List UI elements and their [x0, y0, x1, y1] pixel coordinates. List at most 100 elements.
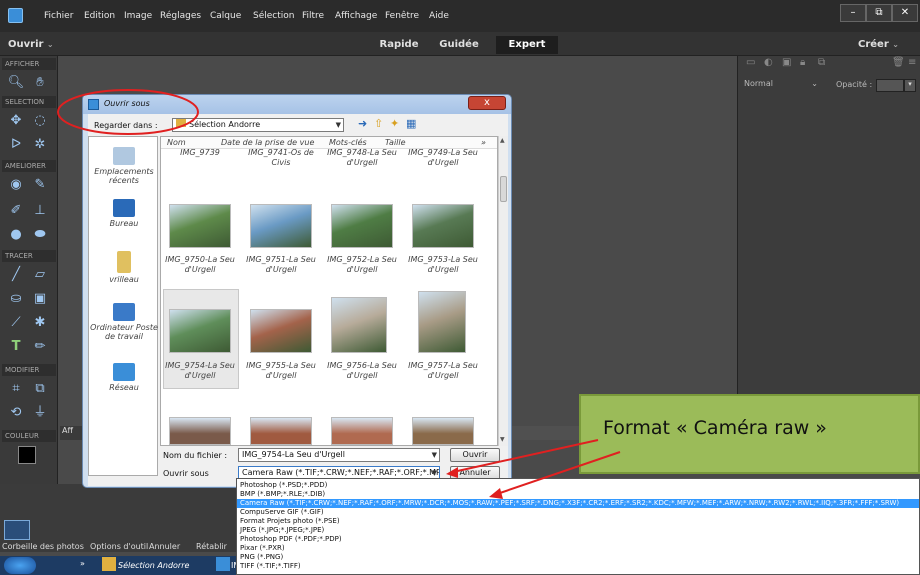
file-caption[interactable]: IMG_9752-La Seu d'Urgell	[325, 255, 399, 275]
undo-button[interactable]: Annuler	[149, 542, 180, 551]
thumbnail[interactable]	[412, 417, 474, 445]
menu-fichier[interactable]: Fichier	[44, 11, 73, 21]
menu-edition[interactable]: Edition	[84, 11, 115, 21]
file-list-scrollbar[interactable]: ▲ ▼	[498, 136, 508, 446]
foreground-color-swatch[interactable]	[18, 446, 36, 464]
red-eye-tool-icon[interactable]: ◉	[6, 176, 26, 194]
file-caption[interactable]: IMG_9757-La Seu d'Urgell	[406, 361, 480, 381]
redo-button[interactable]: Rétablir	[196, 542, 227, 551]
file-caption[interactable]: IMG_9751-La Seu d'Urgell	[244, 255, 318, 275]
back-icon[interactable]: ➜	[358, 117, 367, 130]
scroll-down-icon[interactable]: ▼	[500, 436, 505, 443]
file-type-option[interactable]: Format Projets photo (*.PSE)	[237, 517, 340, 526]
crop-tool-icon[interactable]: ⌗	[6, 380, 26, 398]
sponge-tool-icon[interactable]: ⬬	[30, 226, 50, 244]
dialog-titlebar[interactable]: Ouvrir sous x	[83, 95, 511, 114]
menu-calque[interactable]: Calque	[210, 11, 241, 21]
file-caption[interactable]: IMG_9750-La Seu d'Urgell	[163, 255, 237, 275]
file-type-option[interactable]: JPEG (*.JPG;*.JPEG;*.JPE)	[237, 526, 324, 535]
paint-bucket-icon[interactable]: ⛀	[6, 290, 26, 308]
filename-input[interactable]: IMG_9754-La Seu d'Urgell ▼	[238, 448, 440, 462]
file-type-option[interactable]: CompuServe GIF (*.GIF)	[237, 508, 324, 517]
thumbnail[interactable]	[412, 204, 474, 248]
column-name[interactable]: Nom	[167, 138, 186, 147]
file-caption[interactable]: IMG_9754-La Seu d'Urgell	[163, 361, 237, 381]
file-caption[interactable]: IMG_9741-Os de Civis	[244, 148, 318, 168]
hand-tool-icon[interactable]: ✋︎	[30, 74, 50, 92]
gradient-tool-icon[interactable]: ▣	[30, 290, 50, 308]
file-caption[interactable]: IMG_9756-La Seu d'Urgell	[325, 361, 399, 381]
thumbnail[interactable]	[331, 417, 393, 445]
recompose-tool-icon[interactable]: ⧉	[30, 380, 50, 398]
eraser-tool-icon[interactable]: ▱	[30, 266, 50, 284]
trash-icon[interactable]: 🗑︎	[892, 57, 905, 68]
content-move-icon[interactable]: ⟲	[6, 404, 26, 422]
column-tags[interactable]: Mots-clés	[329, 138, 367, 147]
tool-options-button[interactable]: Options d'outil	[90, 542, 148, 551]
file-type-option[interactable]: TIFF (*.TIF;*.TIFF)	[237, 562, 301, 571]
photo-bin-button[interactable]: Corbeille des photos	[2, 542, 84, 551]
file-type-option[interactable]: Photoshop (*.PSD;*.PDD)	[237, 481, 327, 490]
eyedropper-icon[interactable]: ⟋	[6, 314, 26, 332]
blur-tool-icon[interactable]: ●	[6, 226, 26, 244]
column-date[interactable]: Date de la prise de vue	[221, 138, 314, 147]
new-layer-icon[interactable]: ▭	[746, 57, 755, 68]
tab-guidee[interactable]: Guidée	[430, 36, 488, 54]
minimize-button[interactable]: –	[840, 4, 866, 22]
panel-menu-icon[interactable]: ≡	[908, 57, 916, 68]
dialog-close-button[interactable]: x	[468, 96, 506, 110]
menu-image[interactable]: Image	[124, 11, 152, 21]
tab-rapide[interactable]: Rapide	[373, 36, 425, 54]
file-caption[interactable]: IMG_9749-La Seu d'Urgell	[406, 148, 480, 168]
scroll-up-icon[interactable]: ▲	[500, 137, 505, 144]
clone-stamp-icon[interactable]: ⊥	[30, 202, 50, 220]
file-type-option[interactable]: Photoshop PDF (*.PDF;*.PDP)	[237, 535, 342, 544]
smart-brush-icon[interactable]: ✐	[6, 202, 26, 220]
ellipse-select-icon[interactable]: ◌	[30, 112, 50, 130]
pencil-tool-icon[interactable]: ✏︎	[30, 338, 50, 356]
file-caption[interactable]: IMG_9755-La Seu d'Urgell	[244, 361, 318, 381]
file-caption[interactable]: IMG_9748-La Seu d'Urgell	[325, 148, 399, 168]
menu-aide[interactable]: Aide	[429, 11, 449, 21]
thumbnail[interactable]	[250, 309, 312, 353]
opacity-input[interactable]	[876, 79, 904, 92]
open-menu-button[interactable]: Ouvrir ⌄	[8, 36, 58, 54]
thumbnail[interactable]	[250, 417, 312, 445]
straighten-tool-icon[interactable]: ⏚	[30, 404, 50, 422]
place-computer[interactable]: Ordinateur Poste de travail	[89, 303, 159, 341]
menu-fenetre[interactable]: Fenêtre	[385, 11, 419, 21]
file-type-option[interactable]: Pixar (*.PXR)	[237, 544, 285, 553]
magic-wand-icon[interactable]: ✲	[30, 136, 50, 154]
place-user[interactable]: vrilleau	[89, 251, 159, 284]
new-folder-icon[interactable]: ✦	[390, 117, 399, 130]
taskbar-item-explorer[interactable]: Sélection Andorre	[118, 561, 189, 570]
thumbnail[interactable]	[169, 417, 231, 445]
look-in-select[interactable]: Sélection Andorre ▼	[172, 118, 344, 132]
thumbnail[interactable]	[250, 204, 312, 248]
type-tool-icon[interactable]: T	[6, 338, 26, 356]
up-folder-icon[interactable]: ⇧	[374, 117, 383, 130]
thumbnail[interactable]	[331, 204, 393, 248]
thumbnail[interactable]	[169, 309, 231, 353]
place-recent[interactable]: Emplacements récents	[89, 147, 159, 185]
file-type-option[interactable]: Camera Raw (*.TIF;*.CRW;*.NEF;*.RAF;*.OR…	[237, 499, 919, 508]
view-menu-icon[interactable]: ▦	[406, 117, 416, 130]
file-caption[interactable]: IMG_9739	[163, 148, 237, 158]
adjustment-layer-icon[interactable]: ◐	[764, 57, 773, 68]
blend-mode-select[interactable]: Normal ⌄	[742, 79, 822, 92]
create-menu-button[interactable]: Créer ⌄	[858, 36, 916, 54]
opacity-dropdown[interactable]: ▾	[904, 79, 916, 92]
place-desktop[interactable]: Bureau	[89, 199, 159, 228]
mask-icon[interactable]: ▣	[782, 57, 791, 68]
hidden-tab-label[interactable]: Aff	[60, 426, 84, 440]
close-window-button[interactable]: ✕	[892, 4, 918, 22]
scrollbar-thumb[interactable]	[500, 176, 507, 202]
photo-bin-icon[interactable]	[4, 520, 30, 540]
open-button[interactable]: Ouvrir	[450, 448, 500, 462]
lock-icon[interactable]: 🔒︎	[800, 57, 805, 68]
place-network[interactable]: Réseau	[89, 363, 159, 392]
menu-reglages[interactable]: Réglages	[160, 11, 201, 21]
column-size[interactable]: Taille	[385, 138, 406, 147]
menu-affichage[interactable]: Affichage	[335, 11, 377, 21]
lasso-tool-icon[interactable]: ᐅ	[6, 136, 26, 154]
